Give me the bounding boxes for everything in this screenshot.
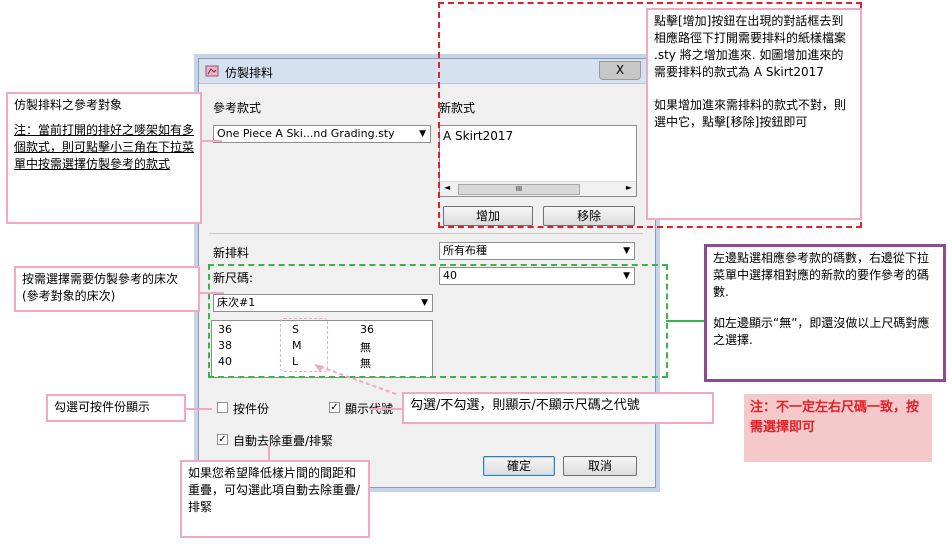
size-mapping-note: 左邊點選相應參考款的碼數，右邊從下拉菜單中選擇相對應的新款的要作參考的碼數. 如…	[704, 244, 946, 382]
reference-style-value: One Piece A Ski...nd Grading.sty	[217, 127, 395, 140]
separator	[209, 233, 643, 234]
note-body: 如果增加進來需排料的款式不對，則選中它，點擊[移除]按鈕即可	[654, 98, 847, 129]
note-body: 勾選可按件份顯示	[54, 400, 151, 414]
reference-style-select[interactable]: One Piece A Ski...nd Grading.sty ▼	[213, 125, 431, 143]
connector-line	[200, 292, 224, 294]
connector-line	[184, 408, 212, 410]
dropdown-arrow-icon: ▼	[623, 246, 630, 256]
new-marker-label: 新排料	[213, 246, 250, 260]
note-body: 按需選擇需要仿製參考的床次(參考對象的床次)	[22, 272, 179, 303]
auto-remove-label: 自動去除重疊/排緊	[233, 434, 334, 448]
size-mapping-highlight	[208, 264, 668, 378]
note-body: 注：當前打開的排好之嘜架如有多個款式，則可點擊小三角在下拉菜單中按需選擇仿製參考…	[14, 123, 195, 171]
connector-line	[200, 140, 222, 142]
connector-line	[370, 408, 404, 410]
note-body: 勾選/不勾選，則顯示/不顯示尺碼之代號	[410, 398, 640, 413]
auto-remove-note: 如果您希望降低樣片間的間距和重疊，可勾選此項自動去除重疊/排緊	[180, 460, 370, 538]
app-icon	[205, 65, 219, 77]
bed-note: 按需選擇需要仿製參考的床次(參考對象的床次)	[14, 266, 200, 312]
note-body: 左邊點選相應參考款的碼數，右邊從下拉菜單中選擇相對應的新款的要作參考的碼數.	[713, 251, 930, 299]
note-body: 如果您希望降低樣片間的間距和重疊，可勾選此項自動去除重疊/排緊	[188, 466, 361, 514]
new-marker-value: 所有布種	[443, 244, 487, 257]
by-piece-label: 按件份	[233, 402, 270, 416]
dialog-title: 仿製排料	[225, 66, 274, 80]
dropdown-arrow-icon: ▼	[419, 129, 426, 139]
show-code-note: 勾選/不勾選，則顯示/不顯示尺碼之代號	[402, 392, 714, 424]
note-title: 仿製排料之參考對象	[14, 98, 123, 112]
note-body: 如左邊顯示“無”，即還沒做以上尺碼對應之選擇.	[713, 316, 930, 347]
by-piece-checkbox[interactable]	[217, 402, 228, 413]
new-marker-select[interactable]: 所有布種 ▼	[439, 242, 635, 260]
connector-line	[666, 320, 706, 322]
add-remove-note: 點擊[增加]按鈕在出現的對話框去到相應路徑下打開需要排料的紙樣檔案 .sty 將…	[646, 8, 862, 220]
arrow-icon	[314, 364, 397, 395]
reference-style-label: 參考款式	[213, 101, 262, 115]
show-code-checkbox[interactable]: ✓	[329, 402, 340, 413]
reference-style-note: 仿製排料之參考對象 注：當前打開的排好之嘜架如有多個款式，則可點擊小三角在下拉菜…	[6, 92, 202, 224]
by-piece-note: 勾選可按件份顯示	[46, 394, 186, 422]
cancel-button[interactable]: 取消	[563, 456, 637, 476]
auto-remove-checkbox[interactable]: ✓	[217, 434, 228, 445]
warning-note: 注：不一定左右尺碼一致，按需選擇即可	[744, 394, 932, 462]
ok-button[interactable]: 確定	[483, 456, 555, 476]
note-body: 點擊[增加]按鈕在出現的對話框去到相應路徑下打開需要排料的紙樣檔案 .sty 將…	[654, 14, 847, 79]
